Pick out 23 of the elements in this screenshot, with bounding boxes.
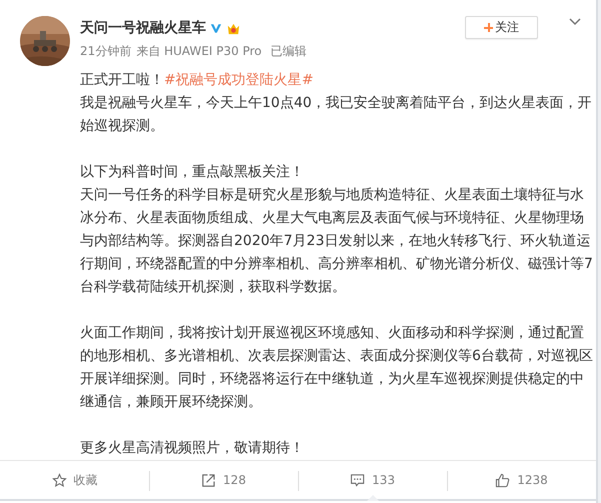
post-text: 正式开工啦！: [80, 72, 164, 88]
user-name[interactable]: 天问一号祝融火星车: [80, 19, 206, 37]
post-text: 以下为科普时间，重点敲黑板关注！: [80, 163, 305, 182]
verified-icon: [210, 22, 222, 34]
post-source: 来自 HUAWEI P30 Pro: [136, 43, 262, 60]
action-button[interactable]: 1238: [447, 461, 596, 499]
action-button[interactable]: 133: [298, 461, 447, 499]
post-text: 天问一号任务的科学目标是研究火星形貌与地质构造特征、火星表面土壤特征与水冰分布、火星表面物质组成、火星大气电离层及表面气候与环境特征、火星物理场与内部结构等。探测器自2020年7月23日发射以来，在地火转移飞行、环火轨道运行期间，环绕器配置的中分辨率相机、高分辨率相机、矿物光谱分析仪、磁强计等7台科学载荷陆续开机探测，获取科学数据。: [80, 186, 594, 297]
post-text: 火面工作期间，我将按计划开展巡视区环境感知、火面移动和科学探测，通过配置的地形相机、多光谱相机、次表层探测雷达、表面成分探测仪等6台载荷，对巡视区开展详细探测。同时，环绕器将运行在中继轨道，为火星车巡视探测提供稳定的中继通信，兼顾开展环绕探测。: [80, 324, 594, 412]
chevron-down-icon[interactable]: [569, 18, 581, 26]
action-button[interactable]: 收藏: [0, 461, 149, 499]
share-icon: [201, 472, 216, 488]
comment-icon: [350, 472, 366, 488]
hashtag-link[interactable]: #祝融号成功登陆火星#: [164, 72, 314, 88]
star-icon: [52, 472, 66, 488]
post-text: 我是祝融号火星车，今天上午10点40，我已安全驶离着陆平台，到达火星表面，开始巡视探测。: [80, 94, 593, 136]
pointer-mark: [366, 495, 378, 501]
action-button[interactable]: 128: [149, 461, 298, 499]
thumbs-up-icon: [495, 472, 510, 488]
post-text: 更多火星高清视频照片，敬请期待！: [80, 439, 305, 458]
follow-button[interactable]: 关注: [465, 16, 538, 39]
post-time[interactable]: 21分钟前: [80, 43, 132, 60]
edited-label[interactable]: 已编辑: [270, 43, 307, 60]
